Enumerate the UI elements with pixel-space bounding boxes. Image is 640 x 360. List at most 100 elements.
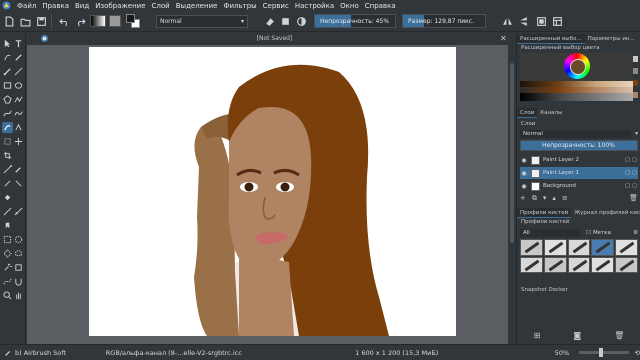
layer-blend-select[interactable]: Normal bbox=[520, 129, 632, 138]
foreground-color-swatch[interactable] bbox=[126, 14, 135, 23]
lock-icon[interactable]: ▢ bbox=[631, 157, 638, 163]
smart-patch-tool-icon[interactable] bbox=[13, 178, 24, 189]
measure-tool-icon[interactable] bbox=[13, 206, 24, 217]
tab-layers[interactable]: Слои bbox=[517, 108, 538, 118]
colorize-mask-tool-icon[interactable] bbox=[2, 178, 13, 189]
brush-preset[interactable] bbox=[591, 256, 615, 273]
move-up-icon[interactable]: ▴ bbox=[552, 194, 556, 202]
eraser-mode-icon[interactable] bbox=[262, 14, 276, 28]
move-down-icon[interactable]: ▾ bbox=[543, 194, 547, 202]
duplicate-layer-icon[interactable]: ⧉ bbox=[532, 194, 537, 203]
freehand-path-tool-icon[interactable] bbox=[13, 108, 24, 119]
menu-select[interactable]: Выделение bbox=[173, 2, 221, 10]
menu-view[interactable]: Вид bbox=[72, 2, 92, 10]
layer-row[interactable]: ◉ Paint Layer 1 □ ▢ bbox=[520, 167, 638, 179]
tab-advanced-color[interactable]: Расширенный выбо... bbox=[517, 34, 585, 44]
redo-icon[interactable] bbox=[73, 14, 87, 28]
menu-file[interactable]: Файл bbox=[14, 2, 39, 10]
foreground-background-color[interactable] bbox=[126, 14, 142, 28]
brush-preset-status[interactable]: b) Airbrush Soft bbox=[4, 349, 104, 357]
polygon-tool-icon[interactable] bbox=[2, 94, 13, 105]
brush-preset[interactable] bbox=[543, 239, 567, 256]
polyline-tool-icon[interactable] bbox=[13, 94, 24, 105]
vertical-scrollbar[interactable] bbox=[508, 45, 516, 344]
bezier-select-tool-icon[interactable] bbox=[2, 276, 13, 287]
calligraphy-tool-icon[interactable] bbox=[13, 52, 24, 63]
freehand-select-tool-icon[interactable] bbox=[13, 248, 24, 259]
pan-tool-icon[interactable] bbox=[13, 290, 24, 301]
wrap-around-icon[interactable] bbox=[534, 14, 548, 28]
visibility-eye-icon[interactable]: ◉ bbox=[520, 183, 528, 190]
layer-properties-icon[interactable]: ≡ bbox=[562, 194, 568, 202]
layer-opacity-slider[interactable]: Непрозрачность: 100% bbox=[520, 140, 638, 151]
alpha-lock-icon[interactable]: □ bbox=[624, 170, 631, 176]
rotate-icon[interactable]: ⟲ bbox=[635, 349, 640, 357]
mirror-horizontal-icon[interactable] bbox=[500, 14, 514, 28]
rectangle-tool-icon[interactable] bbox=[2, 80, 13, 91]
opacity-slider[interactable]: Непрозрачность: 45% bbox=[314, 14, 396, 28]
new-document-icon[interactable] bbox=[2, 14, 16, 28]
brush-preset[interactable] bbox=[615, 256, 638, 273]
reference-images-tool-icon[interactable] bbox=[2, 220, 13, 231]
camera-icon[interactable]: ◙ bbox=[573, 331, 581, 340]
color-picker-tool-icon[interactable] bbox=[13, 164, 24, 175]
document-tab[interactable]: [Not Saved] ✕ bbox=[27, 32, 516, 45]
add-snapshot-icon[interactable]: ⊞ bbox=[534, 331, 541, 340]
tag-checkbox[interactable]: ☐ bbox=[586, 230, 591, 236]
delete-layer-icon[interactable]: 🗑 bbox=[629, 194, 638, 202]
visibility-eye-icon[interactable]: ◉ bbox=[520, 170, 528, 177]
move-tool-icon[interactable] bbox=[13, 136, 24, 147]
select-shapes-tool-icon[interactable] bbox=[2, 38, 13, 49]
tab-preset-history[interactable]: Журнал профилей кистей bbox=[571, 208, 640, 218]
polygon-select-tool-icon[interactable] bbox=[2, 248, 13, 259]
zoom-tool-icon[interactable] bbox=[2, 290, 13, 301]
brush-size-slider[interactable]: Размер: 129,87 пикс. bbox=[402, 14, 486, 28]
transform-tool-icon[interactable] bbox=[2, 136, 13, 147]
workspace-chooser-icon[interactable] bbox=[550, 14, 564, 28]
assistant-tool-icon[interactable] bbox=[2, 206, 13, 217]
menu-help[interactable]: Справка bbox=[362, 2, 399, 10]
mirror-vertical-icon[interactable] bbox=[516, 14, 530, 28]
tab-channels[interactable]: Каналы bbox=[537, 108, 565, 118]
gradient-tool-icon[interactable] bbox=[2, 164, 13, 175]
painting-canvas[interactable] bbox=[89, 47, 456, 336]
tab-brush-presets[interactable]: Профили кистей bbox=[517, 208, 572, 218]
edit-shapes-tool-icon[interactable] bbox=[2, 52, 13, 63]
lock-icon[interactable]: ▢ bbox=[631, 183, 638, 189]
alpha-lock-icon[interactable]: □ bbox=[624, 183, 631, 189]
gradient-selector[interactable] bbox=[90, 15, 106, 27]
fill-tool-icon[interactable] bbox=[2, 192, 13, 203]
text-tool-icon[interactable] bbox=[13, 38, 24, 49]
ellipse-tool-icon[interactable] bbox=[13, 80, 24, 91]
add-layer-icon[interactable]: + bbox=[520, 194, 526, 202]
menu-layer[interactable]: Слой bbox=[149, 2, 173, 10]
layer-row[interactable]: ◉ Paint Layer 2 □ ▢ bbox=[520, 154, 638, 166]
zoom-slider[interactable] bbox=[578, 348, 629, 357]
advanced-color-selector[interactable] bbox=[520, 53, 633, 101]
dynamic-brush-tool-icon[interactable] bbox=[2, 122, 13, 133]
color-wheel[interactable] bbox=[564, 53, 590, 79]
color-swatch-3[interactable] bbox=[633, 80, 638, 86]
color-swatch-4[interactable] bbox=[633, 92, 638, 98]
brush-preset[interactable] bbox=[567, 239, 591, 256]
color-swatch-1[interactable] bbox=[633, 56, 638, 62]
view-options-icon[interactable]: ⚙ bbox=[633, 230, 638, 236]
close-tab-icon[interactable]: ✕ bbox=[500, 34, 510, 43]
crop-tool-icon[interactable] bbox=[2, 150, 13, 161]
menu-image[interactable]: Изображение bbox=[92, 2, 148, 10]
reload-preset-icon[interactable] bbox=[278, 14, 292, 28]
line-tool-icon[interactable] bbox=[13, 66, 24, 77]
menu-settings[interactable]: Настройка bbox=[292, 2, 337, 10]
preset-tag-select[interactable]: All bbox=[520, 228, 580, 237]
zoom-slider-knob[interactable] bbox=[598, 348, 603, 357]
contiguous-select-tool-icon[interactable] bbox=[2, 262, 13, 273]
brush-preset[interactable] bbox=[520, 239, 543, 256]
open-document-icon[interactable] bbox=[18, 14, 32, 28]
tab-tool-options[interactable]: Параметры ин... bbox=[585, 34, 638, 44]
menu-filter[interactable]: Фильтры bbox=[220, 2, 259, 10]
similar-select-tool-icon[interactable] bbox=[13, 262, 24, 273]
multibrush-tool-icon[interactable] bbox=[13, 122, 24, 133]
color-value-band[interactable] bbox=[520, 93, 633, 101]
menu-tools[interactable]: Сервис bbox=[260, 2, 292, 10]
bezier-tool-icon[interactable] bbox=[2, 108, 13, 119]
